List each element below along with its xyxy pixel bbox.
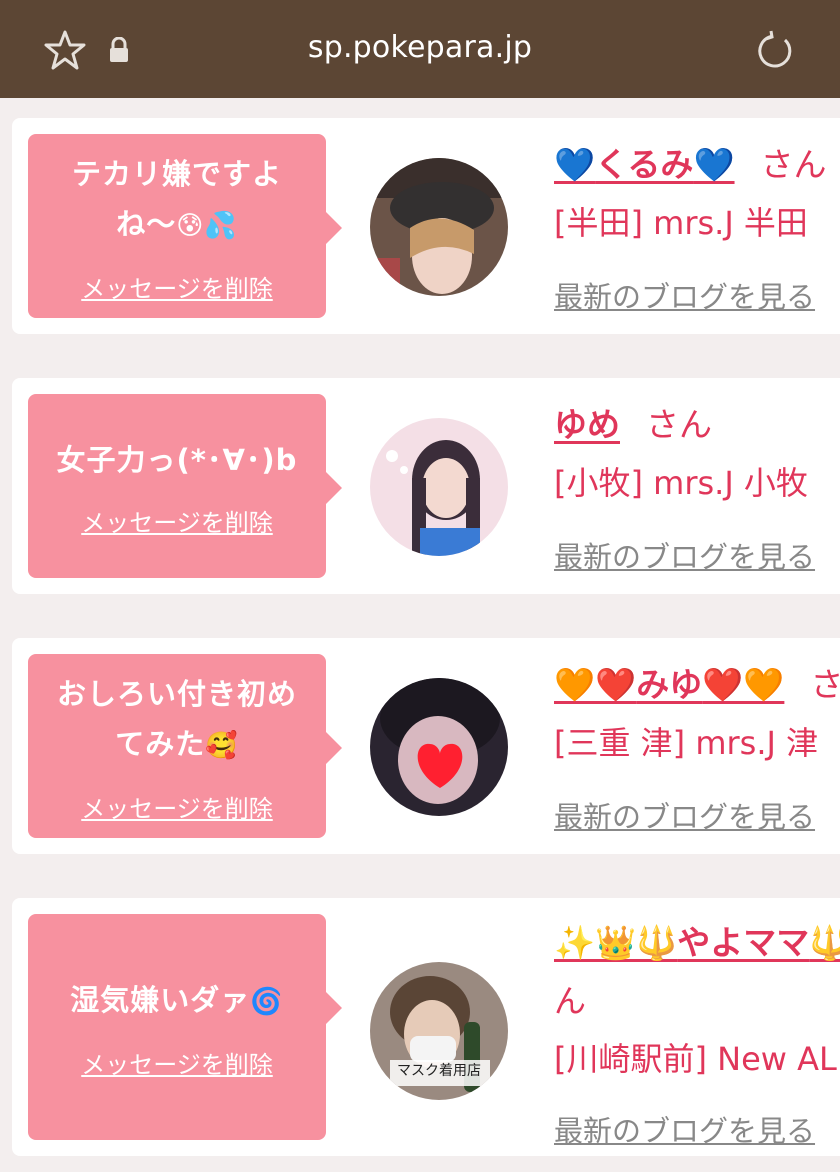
shop-name: [三重 津] mrs.J 津 [554, 724, 819, 762]
message-text: 女子力っ(*･∀･)b [56, 442, 298, 477]
cast-info: ✨👑🔱やよママ🔱 ん [川崎駅前] New AL 最新のブログを見る [554, 898, 840, 1148]
message-card: おしろい付き初め てみた🥰 メッセージを削除 🧡❤️みゆ❤️🧡 さん [三重 津]… [12, 638, 840, 854]
delete-message-link[interactable]: メッセージを削除 [81, 789, 273, 824]
message-card: 湿気嫌いダァ🌀 メッセージを削除 マスク着用店 ✨👑🔱やよママ🔱 ん [川崎駅前… [12, 898, 840, 1156]
message-text: おしろい付き初め てみた🥰 [56, 676, 297, 761]
latest-blog-link[interactable]: 最新のブログを見る [554, 794, 815, 836]
latest-blog-link[interactable]: 最新のブログを見る [554, 274, 815, 316]
latest-blog-link[interactable]: 最新のブログを見る [554, 534, 815, 576]
honorific: さん [646, 405, 712, 444]
url-text[interactable]: sp.pokepara.jp [0, 30, 840, 65]
avatar[interactable] [370, 678, 508, 816]
avatar[interactable] [370, 418, 508, 556]
cast-name-link[interactable]: ゆめ [554, 405, 620, 444]
shop-name: [川崎駅前] New AL [554, 1040, 837, 1078]
message-card: 女子力っ(*･∀･)b メッセージを削除 ゆめ さん [小牧] mrs.J 小牧 … [12, 378, 840, 594]
cast-info: 💙くるみ💙 さん [半田] mrs.J 半田 最新のブログを見る [554, 118, 840, 334]
cast-name-link[interactable]: ✨👑🔱やよママ🔱 [554, 923, 840, 962]
message-bubble: おしろい付き初め てみた🥰 メッセージを削除 [28, 654, 342, 838]
honorific: さん [760, 145, 827, 184]
cast-name-link[interactable]: 🧡❤️みゆ❤️🧡 [554, 665, 784, 704]
avatar[interactable]: マスク着用店 [370, 962, 508, 1100]
reload-icon[interactable] [754, 30, 796, 76]
cast-info: ゆめ さん [小牧] mrs.J 小牧 最新のブログを見る [554, 378, 840, 594]
delete-message-link[interactable]: メッセージを削除 [81, 1045, 273, 1080]
message-bubble: テカリ嫌ですよ ね〜😰💦 メッセージを削除 [28, 134, 342, 318]
message-text: 湿気嫌いダァ🌀 [70, 982, 284, 1017]
latest-blog-link[interactable]: 最新のブログを見る [554, 1108, 815, 1150]
browser-address-bar: sp.pokepara.jp [0, 0, 840, 98]
message-text: テカリ嫌ですよ ね〜😰💦 [71, 156, 282, 241]
delete-message-link[interactable]: メッセージを削除 [81, 503, 273, 538]
shop-name: [半田] mrs.J 半田 [554, 204, 808, 242]
message-bubble: 女子力っ(*･∀･)b メッセージを削除 [28, 394, 342, 578]
avatar[interactable] [370, 158, 508, 296]
honorific: ん [554, 982, 587, 1020]
cast-name-link[interactable]: 💙くるみ💙 [554, 145, 735, 184]
shop-name: [小牧] mrs.J 小牧 [554, 464, 808, 502]
honorific: さん [810, 665, 840, 704]
delete-message-link[interactable]: メッセージを削除 [81, 269, 273, 304]
cast-info: 🧡❤️みゆ❤️🧡 さん [三重 津] mrs.J 津 最新のブログを見る [554, 638, 840, 854]
message-card: テカリ嫌ですよ ね〜😰💦 メッセージを削除 💙くるみ💙 さん [半田] mrs.J… [12, 118, 840, 334]
message-bubble: 湿気嫌いダァ🌀 メッセージを削除 [28, 914, 342, 1140]
avatar-caption: マスク着用店 [397, 1063, 481, 1079]
